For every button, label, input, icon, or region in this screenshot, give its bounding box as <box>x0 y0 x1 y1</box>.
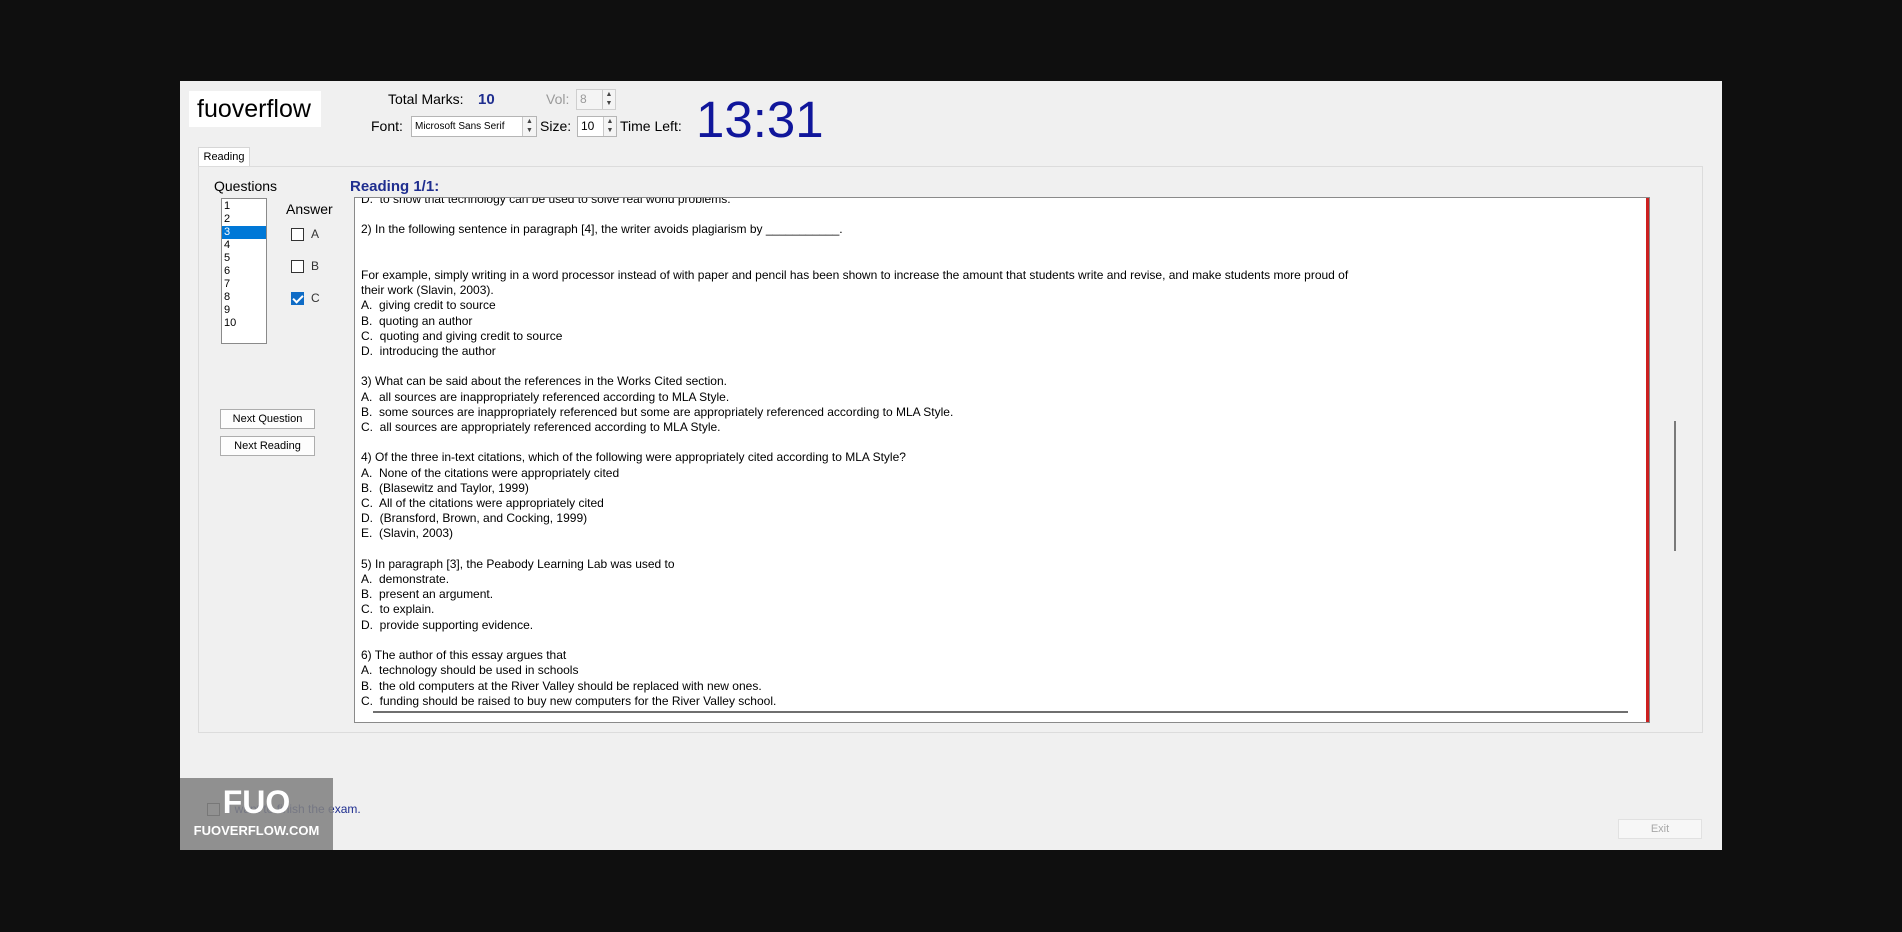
spinner-arrows-icon[interactable]: ▲ ▼ <box>603 117 616 136</box>
size-value: 10 <box>581 119 595 133</box>
question-list-item[interactable]: 9 <box>222 304 266 317</box>
reading-title: Reading 1/1: <box>350 178 440 195</box>
volume-value: 8 <box>580 92 587 106</box>
option-label: B <box>311 259 320 273</box>
checkbox-a[interactable] <box>291 228 304 242</box>
watermark-logo: FUO <box>222 784 291 820</box>
option-label: C <box>311 291 320 305</box>
answer-label: Answer <box>286 201 333 217</box>
question-list-item[interactable]: 3 <box>222 226 266 239</box>
total-marks-label: Total Marks: <box>388 91 464 107</box>
question-list-item[interactable]: 8 <box>222 291 266 304</box>
spinner-arrows-icon[interactable]: ▲ ▼ <box>522 117 536 136</box>
question-list-item[interactable]: 6 <box>222 265 266 278</box>
size-label: Size: <box>540 118 572 134</box>
next-question-button[interactable]: Next Question <box>220 409 315 429</box>
volume-label: Vol: <box>546 91 570 107</box>
question-list[interactable]: 1 2 3 4 5 6 7 8 9 10 <box>221 198 267 344</box>
size-spinner[interactable]: 10 ▲ ▼ <box>577 116 617 137</box>
total-marks-value: 10 <box>478 91 495 108</box>
brand-logo: fuoverflow <box>189 91 321 127</box>
answer-option-c[interactable]: C <box>291 291 320 306</box>
answer-option-a[interactable]: A <box>291 227 320 242</box>
reading-text-box[interactable]: D. to show that technology can be used t… <box>354 197 1650 723</box>
font-select[interactable]: Microsoft Sans Serif ▲ ▼ <box>411 116 537 137</box>
watermark: FUO FUOVERFLOW.COM <box>180 778 333 850</box>
scroll-edge-marker <box>1646 198 1649 722</box>
question-list-item[interactable]: 4 <box>222 239 266 252</box>
font-value: Microsoft Sans Serif <box>415 121 505 132</box>
option-label: A <box>311 227 320 241</box>
question-list-item[interactable]: 10 <box>222 317 266 330</box>
font-label: Font: <box>371 118 403 134</box>
checkbox-c[interactable] <box>291 292 304 306</box>
question-list-item[interactable]: 5 <box>222 252 266 265</box>
exam-window: fuoverflow Total Marks: 10 Vol: 8 ▲ ▼ Fon… <box>180 81 1722 850</box>
time-left-label: Time Left: <box>620 118 682 134</box>
horizontal-scrollbar[interactable] <box>373 711 1628 713</box>
checkbox-b[interactable] <box>291 260 304 274</box>
exit-button[interactable]: Exit <box>1618 819 1702 839</box>
question-list-item[interactable]: 7 <box>222 278 266 291</box>
volume-spinner[interactable]: 8 ▲ ▼ <box>576 89 616 110</box>
answer-option-b[interactable]: B <box>291 259 320 274</box>
questions-label: Questions <box>214 178 278 194</box>
tab-reading[interactable]: Reading <box>198 147 250 167</box>
watermark-site: FUOVERFLOW.COM <box>193 823 320 838</box>
question-list-item[interactable]: 2 <box>222 213 266 226</box>
countdown-timer: 13:31 <box>696 91 824 148</box>
question-list-item[interactable]: 1 <box>222 200 266 213</box>
vertical-scrollbar[interactable] <box>1674 421 1676 551</box>
spinner-arrows-icon[interactable]: ▲ ▼ <box>602 90 615 109</box>
next-reading-button[interactable]: Next Reading <box>220 436 315 456</box>
reading-text: D. to show that technology can be used t… <box>361 197 1349 708</box>
